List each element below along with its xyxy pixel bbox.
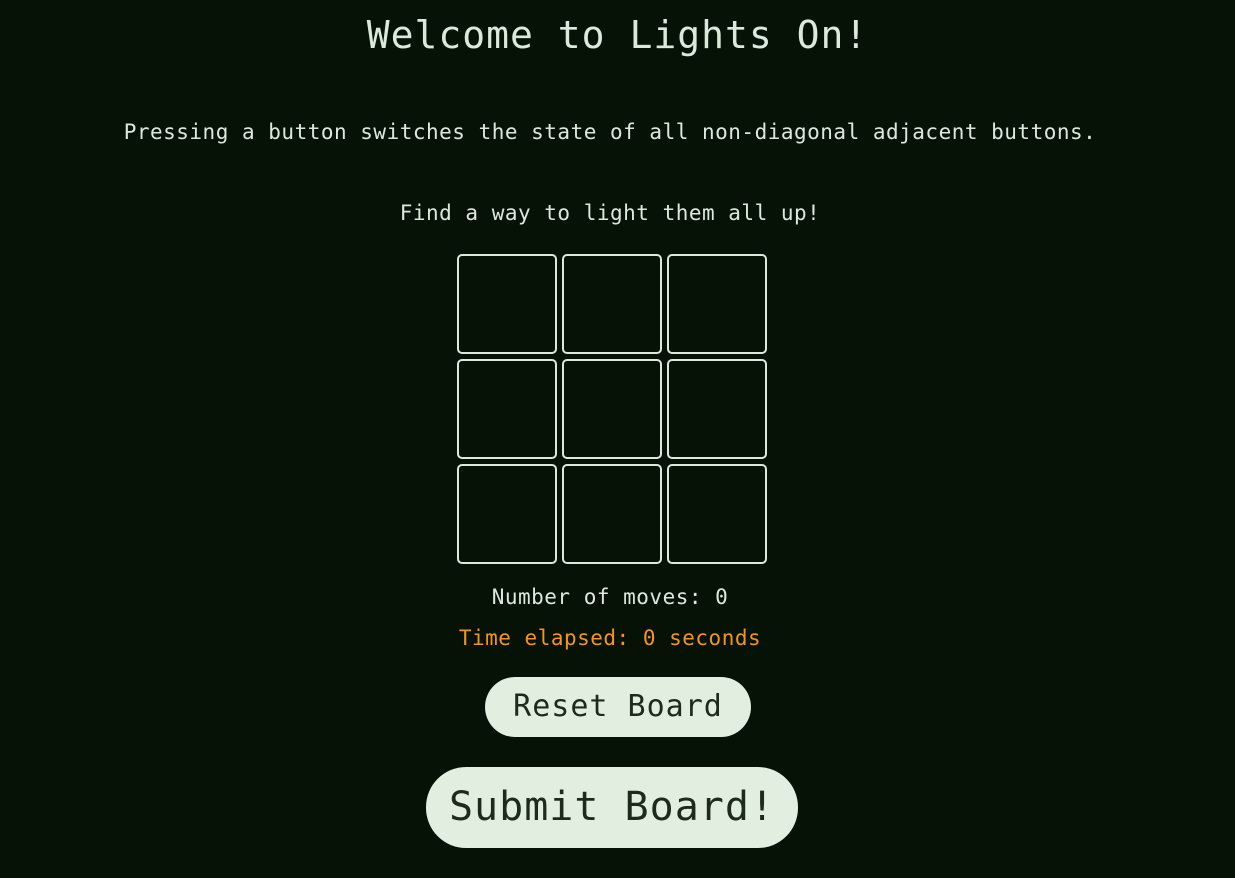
board-cell-2-3[interactable] xyxy=(667,359,767,459)
board-cell-1-3[interactable] xyxy=(667,254,767,354)
rules-text: Pressing a button switches the state of … xyxy=(123,120,1097,144)
board-cell-3-1[interactable] xyxy=(457,464,557,564)
submit-board-button[interactable]: Submit Board! xyxy=(426,767,798,848)
board-cell-3-3[interactable] xyxy=(667,464,767,564)
page-title: Welcome to Lights On! xyxy=(366,13,869,57)
board-cell-1-2[interactable] xyxy=(562,254,662,354)
board-cell-3-2[interactable] xyxy=(562,464,662,564)
board-cell-1-1[interactable] xyxy=(457,254,557,354)
moves-counter: Number of moves: 0 xyxy=(491,585,729,609)
game-board xyxy=(457,254,767,564)
time-elapsed: Time elapsed: 0 seconds xyxy=(458,626,762,650)
goal-text: Find a way to light them all up! xyxy=(399,201,821,225)
reset-board-button[interactable]: Reset Board xyxy=(485,677,751,737)
board-cell-2-2[interactable] xyxy=(562,359,662,459)
board-cell-2-1[interactable] xyxy=(457,359,557,459)
